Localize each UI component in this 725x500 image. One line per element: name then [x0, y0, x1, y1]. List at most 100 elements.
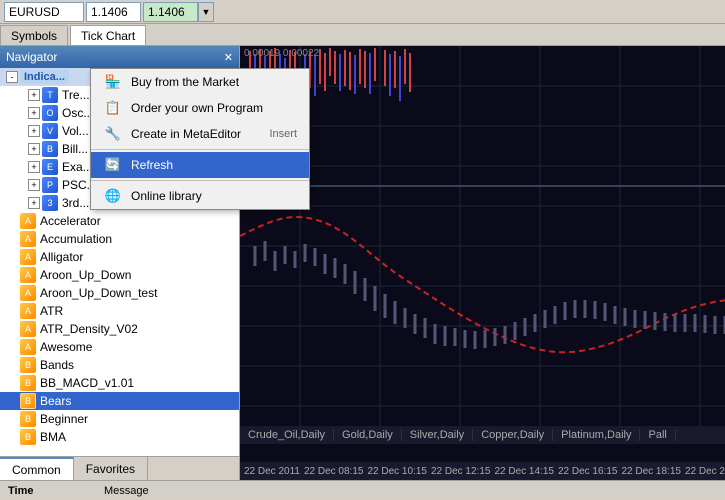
create-metaeditor-label: Create in MetaEditor	[131, 127, 241, 141]
tabs-row: Symbols Tick Chart	[0, 24, 725, 46]
nav-item-bma[interactable]: B BMA	[0, 428, 239, 446]
nav-item-aroon-up-down[interactable]: A Aroon_Up_Down	[0, 266, 239, 284]
tree-plus-psc[interactable]: +	[28, 179, 40, 191]
tree-plus-bill[interactable]: +	[28, 143, 40, 155]
aroon-icon: A	[20, 267, 36, 283]
time-label-6: 22 Dec 18:15	[621, 466, 681, 477]
symbol-silver[interactable]: Silver,Daily	[402, 429, 473, 441]
nav-item-bbmacd[interactable]: B BB_MACD_v1.01	[0, 374, 239, 392]
accumulation-icon: A	[20, 231, 36, 247]
subsection-vol-label: Vol...	[62, 124, 89, 138]
menu-order-program[interactable]: 📋 Order your own Program	[91, 95, 309, 121]
menu-online-library[interactable]: 🌐 Online library	[91, 183, 309, 209]
status-message-label: Message	[104, 485, 149, 497]
menu-buy-market[interactable]: 🏪 Buy from the Market	[91, 69, 309, 95]
item-atr-density: ATR_Density_V02	[40, 322, 138, 336]
bill-icon: B	[42, 141, 58, 157]
item-alligator: Alligator	[40, 250, 83, 264]
symbol-gold[interactable]: Gold,Daily	[334, 429, 402, 441]
symbol-crude[interactable]: Crude_Oil,Daily	[240, 429, 334, 441]
menu-separator	[91, 149, 309, 150]
tree-plus-vol[interactable]: +	[28, 125, 40, 137]
tree-expand-indicators[interactable]: -	[6, 71, 18, 83]
create-metaeditor-shortcut: Insert	[269, 128, 297, 140]
price-bid: 1.1406	[86, 2, 141, 22]
subsection-3rd-label: 3rd...	[62, 196, 89, 210]
osc-icon: O	[42, 105, 58, 121]
item-bma: BMA	[40, 430, 66, 444]
item-beginner: Beginner	[40, 412, 88, 426]
tree-plus-trend[interactable]: +	[28, 89, 40, 101]
symbol-platinum[interactable]: Platinum,Daily	[553, 429, 640, 441]
psc-icon: P	[42, 177, 58, 193]
bands-icon: B	[20, 357, 36, 373]
item-accelerator: Accelerator	[40, 214, 101, 228]
3rd-icon: 3	[42, 195, 58, 211]
price-level-label: 0.00019 0.00022	[244, 48, 319, 59]
atr-density-icon: A	[20, 321, 36, 337]
menu-create-metaeditor[interactable]: 🔧 Create in MetaEditor Insert	[91, 121, 309, 147]
nav-item-awesome[interactable]: A Awesome	[0, 338, 239, 356]
item-aroon-test: Aroon_Up_Down_test	[40, 286, 157, 300]
subsection-ex-label: Exa...	[62, 160, 93, 174]
item-atr: ATR	[40, 304, 63, 318]
nav-close-icon[interactable]: ✕	[224, 51, 233, 64]
time-label-4: 22 Dec 14:15	[494, 466, 554, 477]
price-ask: 1.1406	[143, 2, 198, 22]
tab-tickchart[interactable]: Tick Chart	[70, 25, 146, 45]
item-aroon: Aroon_Up_Down	[40, 268, 131, 282]
symbol-pall[interactable]: Pall	[640, 429, 675, 441]
nav-tab-favorites[interactable]: Favorites	[74, 457, 148, 480]
tree-plus-3rd[interactable]: +	[28, 197, 40, 209]
time-label-3: 22 Dec 12:15	[431, 466, 491, 477]
item-accumulation: Accumulation	[40, 232, 112, 246]
nav-item-atr[interactable]: A ATR	[0, 302, 239, 320]
time-label-5: 22 Dec 16:15	[558, 466, 618, 477]
indicator-badge: Indica...	[20, 70, 69, 84]
awesome-icon: A	[20, 339, 36, 355]
item-awesome: Awesome	[40, 340, 92, 354]
refresh-label: Refresh	[131, 158, 173, 172]
create-metaeditor-icon: 🔧	[103, 126, 123, 142]
subsection-osc-label: Osc...	[62, 106, 93, 120]
symbol-bar: Crude_Oil,Daily Gold,Daily Silver,Daily …	[240, 426, 725, 444]
subsection-bill-label: Bill...	[62, 142, 88, 156]
refresh-icon: 🔄	[103, 157, 123, 173]
nav-item-accumulation[interactable]: A Accumulation	[0, 230, 239, 248]
symbol-input[interactable]: EURUSD	[4, 2, 84, 22]
item-bbmacd: BB_MACD_v1.01	[40, 376, 134, 390]
order-program-label: Order your own Program	[131, 101, 263, 115]
time-label-0: 22 Dec 2011	[244, 466, 300, 477]
online-library-label: Online library	[131, 189, 202, 203]
menu-separator-2	[91, 180, 309, 181]
time-axis: 22 Dec 2011 22 Dec 08:15 22 Dec 10:15 22…	[240, 462, 725, 480]
beginner-icon: B	[20, 411, 36, 427]
symbol-copper[interactable]: Copper,Daily	[473, 429, 553, 441]
main-area: Navigator ✕ - Indica... + T Tre... + O O…	[0, 46, 725, 480]
item-bears: Bears	[40, 394, 71, 408]
time-label-2: 22 Dec 10:15	[367, 466, 427, 477]
buy-market-icon: 🏪	[103, 74, 123, 90]
tree-plus-ex[interactable]: +	[28, 161, 40, 173]
tree-plus-osc[interactable]: +	[28, 107, 40, 119]
nav-item-atr-density[interactable]: A ATR_Density_V02	[0, 320, 239, 338]
nav-tabs: Common Favorites	[0, 456, 239, 480]
status-bar: Time Message	[0, 480, 725, 500]
nav-item-accelerator[interactable]: A Accelerator	[0, 212, 239, 230]
nav-item-beginner[interactable]: B Beginner	[0, 410, 239, 428]
buy-market-label: Buy from the Market	[131, 75, 239, 89]
price-dropdown[interactable]: ▼	[198, 2, 214, 22]
nav-item-bears[interactable]: B Bears	[0, 392, 239, 410]
tab-symbols[interactable]: Symbols	[0, 25, 68, 45]
nav-tab-common[interactable]: Common	[0, 457, 74, 480]
subsection-trend-label: Tre...	[62, 88, 90, 102]
bbmacd-icon: B	[20, 375, 36, 391]
nav-header: Navigator ✕	[0, 46, 239, 68]
status-time-label: Time	[8, 485, 88, 497]
menu-refresh[interactable]: 🔄 Refresh	[91, 152, 309, 178]
aroon-test-icon: A	[20, 285, 36, 301]
nav-item-bands[interactable]: B Bands	[0, 356, 239, 374]
nav-item-alligator[interactable]: A Alligator	[0, 248, 239, 266]
nav-item-aroon-test[interactable]: A Aroon_Up_Down_test	[0, 284, 239, 302]
chart-area: 0.00019 0.00022	[240, 46, 725, 480]
